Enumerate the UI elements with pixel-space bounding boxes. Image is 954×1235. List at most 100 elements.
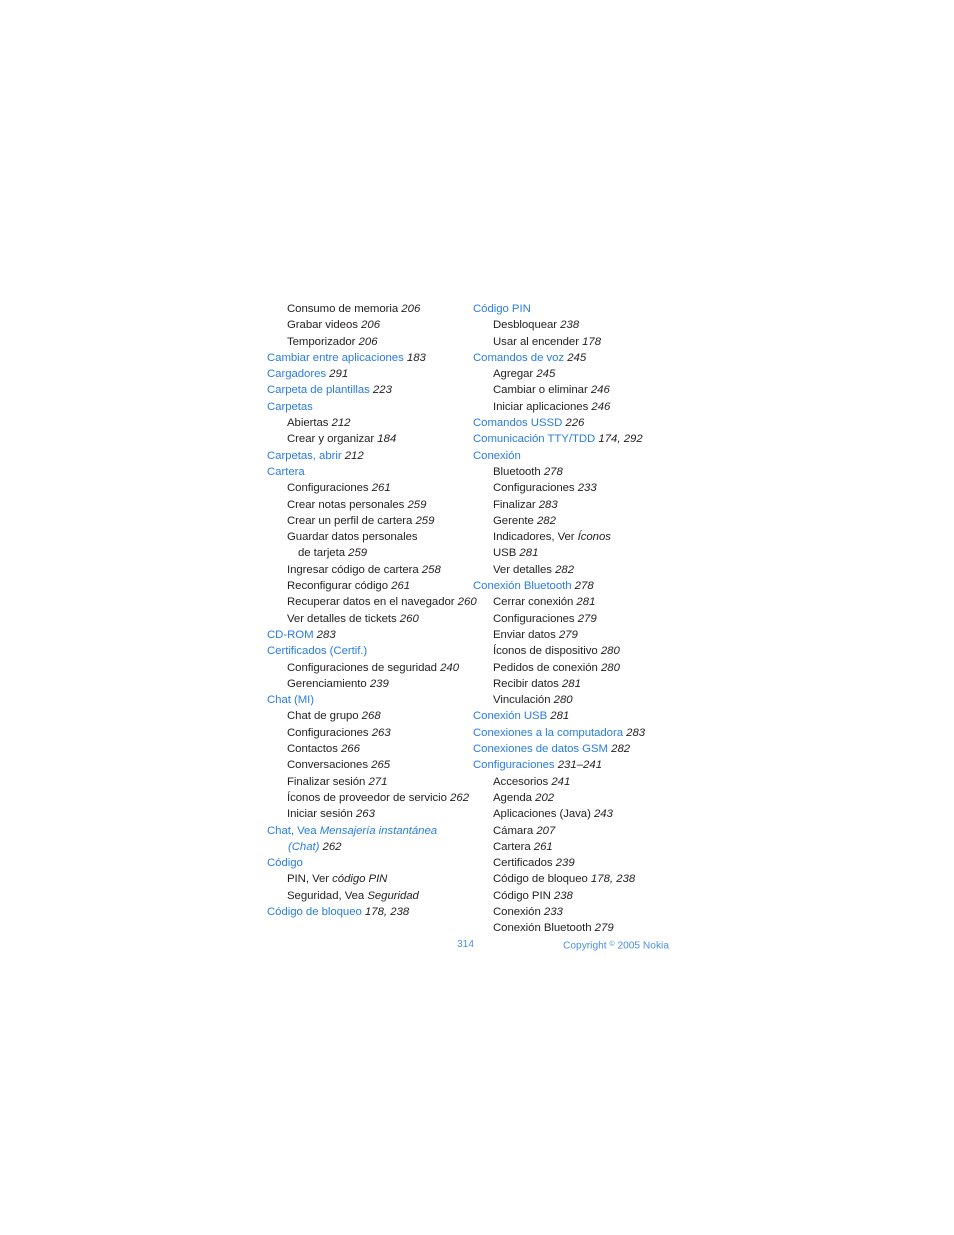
index-entry-sub: Íconos de proveedor de servicio 262	[287, 790, 472, 806]
index-entry-sub: Cámara 207	[493, 823, 678, 839]
index-entry-main: Configuraciones 231–241	[473, 757, 678, 773]
index-page-reference: 271	[368, 775, 388, 788]
index-entry-label: Código de bloqueo	[267, 905, 362, 918]
index-entry-main: Certificados (Certif.)	[267, 643, 472, 659]
index-entry-sub: Íconos de dispositivo 280	[493, 643, 678, 659]
index-cross-reference: (Chat)	[288, 840, 320, 853]
index-entry-sub: Grabar videos 206	[287, 317, 472, 333]
index-entry-main: CD-ROM 283	[267, 627, 472, 643]
index-page-reference: 238	[560, 319, 580, 332]
index-entry-label: Configuraciones de seguridad	[287, 661, 437, 674]
index-entry-label: Carpetas	[267, 400, 313, 413]
index-page-reference: 239	[555, 857, 575, 870]
index-entry-label: Íconos de dispositivo	[493, 645, 598, 658]
index-entry-label: Iniciar aplicaciones	[493, 400, 589, 413]
index-entry-label: Conversaciones	[287, 759, 368, 772]
index-entry-label: Iniciar sesión	[287, 808, 353, 821]
index-entry-label: Usar al encender	[493, 335, 579, 348]
index-page-reference: 282	[611, 743, 631, 756]
index-page-reference: 261	[371, 482, 391, 495]
index-page-reference: 184	[377, 433, 397, 446]
index-page-reference: 283	[626, 726, 646, 739]
index-page-reference: 246	[591, 400, 611, 413]
index-entry-label: Temporizador	[287, 335, 356, 348]
index-page-reference: 280	[553, 694, 573, 707]
index-entry-label: Pedidos de conexión	[493, 661, 598, 674]
index-entry-label: Conexión Bluetooth	[473, 580, 572, 593]
index-page-reference: 278	[543, 465, 563, 478]
index-entry-sub: Iniciar sesión 263	[287, 806, 472, 822]
index-entry-label: Carpetas, abrir	[267, 449, 342, 462]
index-entry-label: Configuraciones	[287, 482, 369, 495]
index-entry-sub: Código PIN 238	[493, 888, 678, 904]
index-entry-label: Bluetooth	[493, 465, 541, 478]
index-entry-sub: Finalizar sesión 271	[287, 774, 472, 790]
index-entry-sub: Conexión 233	[493, 904, 678, 920]
index-entry-label: de tarjeta	[298, 547, 345, 560]
index-entry-label: Seguridad, Vea	[287, 889, 368, 902]
index-entry-main: Cartera	[267, 464, 472, 480]
index-entry-sub: Configuraciones 233	[493, 480, 678, 496]
index-page-reference: 281	[550, 710, 570, 723]
index-entry-sub: Guardar datos personales	[287, 529, 472, 545]
index-entry-label: Comunicación TTY/TDD	[473, 433, 596, 446]
index-entry-label: Comandos USSD	[473, 417, 563, 430]
index-column-left: Consumo de memoria 206 Grabar videos 206 T…	[267, 301, 477, 920]
index-entry-sub: Agregar 245	[493, 366, 678, 382]
index-entry-sub: Desbloquear 238	[493, 317, 678, 333]
index-entry-label: Agenda	[493, 791, 532, 804]
index-entry-label: Indicadores, Ver	[493, 531, 578, 544]
index-page-reference: 245	[567, 351, 587, 364]
index-entry-label: Código	[267, 857, 303, 870]
index-page-reference: 238	[553, 889, 573, 902]
index-page-reference: 245	[536, 368, 556, 381]
index-entry-sub: Crear y organizar 184	[287, 431, 472, 447]
index-page-reference: 241	[551, 775, 571, 788]
index-page-reference: 212	[331, 417, 351, 430]
index-page-reference: 174, 292	[598, 433, 643, 446]
index-page-reference: 263	[371, 726, 391, 739]
index-entry-label: Conexión	[493, 905, 541, 918]
index-entry-sub: Temporizador 206	[287, 334, 472, 350]
index-entry-label: Ver detalles de tickets	[287, 612, 397, 625]
index-entry-main: Carpeta de plantillas 223	[267, 382, 472, 398]
index-page-reference: 233	[577, 482, 597, 495]
index-entry-sub: Crear un perfil de cartera 259	[287, 513, 472, 529]
index-entry-label: Ver detalles	[493, 563, 552, 576]
index-entry-label: Chat (MI)	[267, 694, 315, 707]
index-page-reference: 283	[316, 628, 336, 641]
index-cross-reference: Seguridad	[367, 889, 419, 902]
index-entry-label: Certificados (Certif.)	[267, 645, 368, 658]
index-entry-label: Conexión USB	[473, 710, 548, 723]
index-entry-label: Accesorios	[493, 775, 549, 788]
index-entry-main: Código de bloqueo 178, 238	[267, 904, 472, 920]
index-page-reference: 259	[348, 547, 368, 560]
index-entry-label: Cartera	[267, 465, 305, 478]
index-entry-main: Cambiar entre aplicaciones 183	[267, 350, 472, 366]
index-entry-sub: Conversaciones 265	[287, 757, 472, 773]
index-entry-label: PIN, Ver	[287, 873, 333, 886]
index-page-reference: 178, 238	[590, 873, 636, 886]
index-entry-sub: Recuperar datos en el navegador 260	[287, 594, 477, 610]
index-entry-label: Recuperar datos en el navegador	[287, 596, 455, 609]
index-entry-label: Ingresar código de cartera	[287, 563, 419, 576]
index-entry-label: Consumo de memoria	[287, 303, 399, 315]
index-entry-main: Carpetas, abrir 212	[267, 448, 472, 464]
index-entry-main: Comandos USSD 226	[473, 415, 678, 431]
index-entry-sub: Ver detalles 282	[493, 562, 678, 578]
index-entry-label: Crear notas personales	[287, 498, 405, 511]
index-entry-label: Gerente	[493, 514, 534, 527]
index-entry-label: Cambiar entre aplicaciones	[267, 351, 404, 364]
index-entry-label: Guardar datos personales	[287, 531, 418, 544]
index-page-reference: 260	[399, 612, 419, 625]
index-entry-label: Finalizar	[493, 498, 536, 511]
index-entry-label: Finalizar sesión	[287, 775, 366, 788]
index-entry-label: Recibir datos	[493, 677, 559, 690]
copyright-notice: Copyright © 2005 Nokia	[563, 937, 669, 954]
index-entry-sub: Bluetooth 278	[493, 464, 678, 480]
index-entry-label: Íconos de proveedor de servicio	[287, 791, 447, 804]
index-entry-sub: Contactos 266	[287, 741, 472, 757]
index-entry-label: Vinculación	[493, 694, 551, 707]
index-page-reference: 261	[533, 840, 553, 853]
index-entry-sub: Cerrar conexión 281	[493, 594, 678, 610]
